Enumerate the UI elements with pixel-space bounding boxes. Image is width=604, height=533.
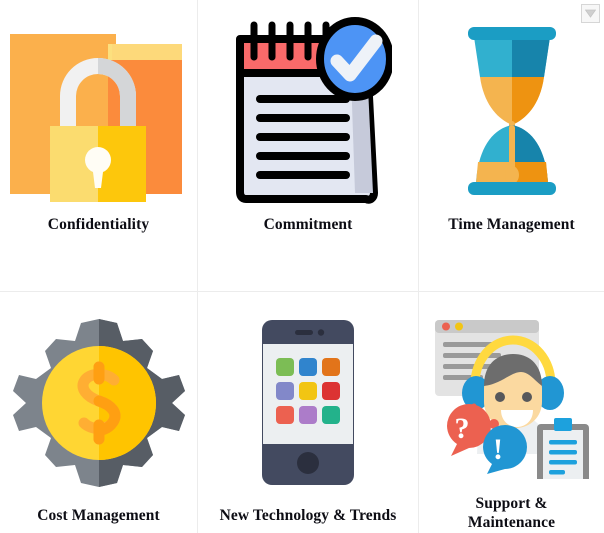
hourglass-icon bbox=[467, 27, 556, 195]
grid-cell-cost-management[interactable]: Cost Management bbox=[0, 292, 198, 533]
grid-cell-support-maintenance[interactable]: ? ! Support & Maintenance bbox=[419, 292, 604, 533]
folder-lock-icon bbox=[9, 34, 182, 202]
notepad-check-icon-wrapper bbox=[198, 0, 418, 212]
chevron-down-icon bbox=[585, 9, 596, 18]
svg-text:?: ? bbox=[455, 412, 470, 445]
grid-cell-new-technology-trends[interactable]: New Technology & Trends bbox=[198, 292, 419, 533]
grid-cell-confidentiality[interactable]: Confidentiality bbox=[0, 0, 198, 292]
cell-label-support-maintenance: Support & Maintenance bbox=[468, 495, 555, 533]
grid-cell-commitment[interactable]: Commitment bbox=[198, 0, 419, 292]
cell-label-line-1: Support & bbox=[475, 495, 548, 513]
dropdown-toggle-button[interactable] bbox=[581, 4, 600, 23]
notepad-check-icon bbox=[236, 17, 392, 204]
icon-grid: Confidentiality Commitment Time Manageme… bbox=[0, 0, 604, 533]
cell-label-cost-management: Cost Management bbox=[37, 507, 160, 524]
smartphone-apps-icon bbox=[262, 320, 354, 485]
cell-label-line-2: Maintenance bbox=[467, 514, 556, 532]
folder-lock-icon-wrapper bbox=[0, 0, 197, 212]
cell-label-time-management: Time Management bbox=[448, 216, 575, 233]
smartphone-apps-icon-wrapper bbox=[198, 292, 418, 495]
hourglass-icon-wrapper bbox=[419, 0, 604, 212]
gear-coin-dollar-icon-wrapper bbox=[0, 292, 197, 495]
cell-label-commitment: Commitment bbox=[263, 216, 353, 233]
cell-label-new-technology-trends: New Technology & Trends bbox=[219, 507, 397, 524]
gear-coin-dollar-icon bbox=[12, 318, 185, 487]
grid-cell-time-management[interactable]: Time Management bbox=[419, 0, 604, 292]
cell-label-confidentiality: Confidentiality bbox=[47, 216, 150, 233]
support-agent-icon-wrapper: ? ! bbox=[419, 292, 604, 483]
support-agent-icon: ? ! bbox=[435, 320, 589, 480]
svg-text:!: ! bbox=[493, 433, 503, 466]
